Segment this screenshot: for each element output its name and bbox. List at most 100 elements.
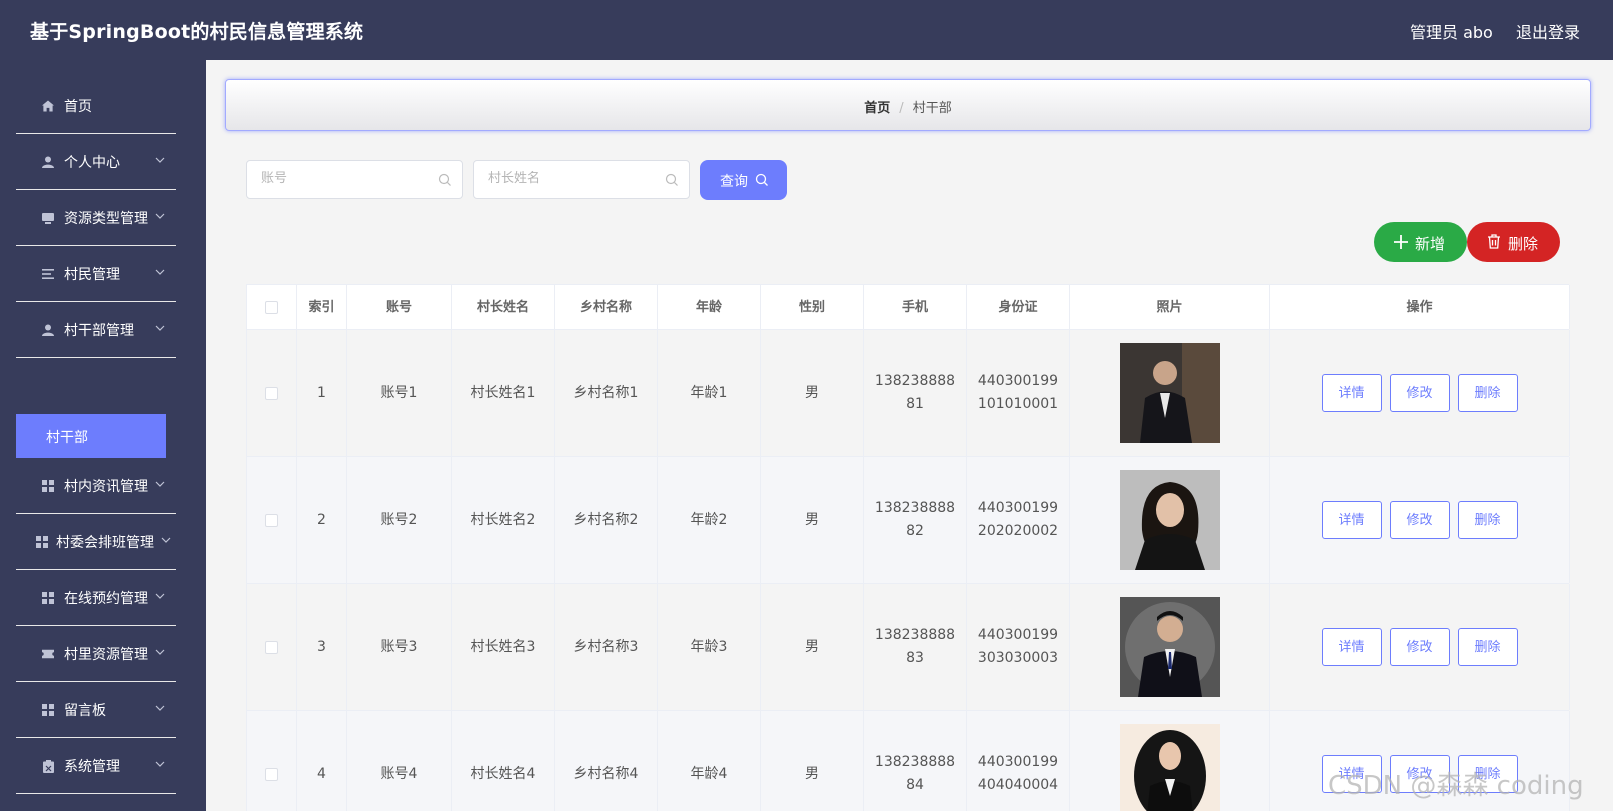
sidebar: 首页 个人中心 资源类型管理 村民管理 村干部管理 村干部 村内资讯管理 村委会… — [0, 60, 206, 811]
sidebar-item-label: 村里资源管理 — [64, 647, 148, 663]
column-header: 账号 — [347, 285, 452, 329]
village-cell: 乡村名称2 — [555, 457, 658, 583]
sidebar-item-booking[interactable]: 在线预约管理 — [16, 570, 176, 626]
column-header: 性别 — [761, 285, 864, 329]
id-card-line: 440300199 — [977, 754, 1059, 770]
sidebar-item-label: 村委会排班管理 — [56, 535, 154, 551]
phone-line: 138238888 — [874, 754, 956, 770]
column-header: 照片 — [1070, 285, 1270, 329]
phone-cell: 138238888 84 — [864, 711, 967, 811]
phone-line: 83 — [906, 650, 924, 666]
current-user-label: 管理员 abo — [1410, 23, 1493, 42]
edit-button[interactable]: 修改 — [1389, 374, 1450, 412]
detail-button[interactable]: 详情 — [1321, 628, 1382, 666]
chevron-down-icon — [155, 593, 165, 599]
select-all-checkbox[interactable] — [265, 300, 278, 314]
name-cell: 村长姓名2 — [452, 457, 555, 583]
name-search-field[interactable] — [473, 160, 690, 199]
column-header: 手机 — [864, 285, 967, 329]
edit-button[interactable]: 修改 — [1389, 501, 1450, 539]
sidebar-item-cadre-management[interactable]: 村干部管理 — [16, 302, 176, 358]
sidebar-item-villagers[interactable]: 村民管理 — [16, 246, 176, 302]
delete-button[interactable]: 删除 — [1457, 374, 1518, 412]
row-select-cell — [247, 584, 297, 710]
sidebar-subitem-cadre[interactable]: 村干部 — [16, 414, 166, 458]
row-checkbox[interactable] — [265, 386, 278, 400]
sidebar-item-resources[interactable]: 村里资源管理 — [16, 626, 176, 682]
query-button[interactable]: 查询 — [700, 160, 787, 200]
sidebar-item-label: 首页 — [64, 99, 92, 115]
bulk-delete-button[interactable]: 删除 — [1467, 222, 1560, 262]
chevron-down-icon — [155, 761, 165, 767]
row-select-cell — [247, 457, 297, 583]
sidebar-item-resource-types[interactable]: 资源类型管理 — [16, 190, 176, 246]
column-header: 村长姓名 — [452, 285, 555, 329]
add-button-label: 新增 — [1415, 235, 1446, 253]
village-cell: 乡村名称3 — [555, 584, 658, 710]
cadre-photo — [1119, 724, 1220, 811]
search-icon — [438, 173, 451, 186]
delete-button[interactable]: 删除 — [1457, 501, 1518, 539]
gender-cell: 男 — [761, 457, 864, 583]
header-select-cell — [247, 285, 297, 329]
chevron-down-icon — [155, 481, 165, 487]
sidebar-item-schedule[interactable]: 村委会排班管理 — [16, 514, 176, 570]
grid-icon — [36, 536, 48, 548]
row-checkbox[interactable] — [265, 767, 278, 781]
sidebar-item-label: 个人中心 — [64, 155, 120, 171]
breadcrumb-home[interactable]: 首页 — [864, 101, 890, 116]
trash-icon — [1488, 234, 1500, 249]
index-cell: 1 — [297, 330, 347, 456]
drive-icon — [42, 212, 54, 224]
phone-line: 81 — [906, 396, 924, 412]
gender-cell: 男 — [761, 584, 864, 710]
row-checkbox[interactable] — [265, 513, 278, 527]
user-icon — [42, 156, 54, 168]
clipboard-icon — [42, 759, 54, 773]
column-header: 身份证 — [967, 285, 1070, 329]
gender-cell: 男 — [761, 711, 864, 811]
account-search-input[interactable] — [261, 171, 421, 186]
account-cell: 账号4 — [347, 711, 452, 811]
name-cell: 村长姓名4 — [452, 711, 555, 811]
age-cell: 年龄3 — [658, 584, 761, 710]
phone-line: 138238888 — [874, 373, 956, 389]
actions-cell: 详情 修改 删除 — [1270, 330, 1570, 456]
search-icon — [755, 173, 768, 186]
name-search-input[interactable] — [488, 171, 648, 186]
sidebar-item-system[interactable]: 系统管理 — [16, 738, 176, 794]
edit-button[interactable]: 修改 — [1389, 628, 1450, 666]
cadre-photo — [1119, 597, 1220, 697]
plus-icon — [1394, 235, 1408, 249]
row-select-cell — [247, 330, 297, 456]
sidebar-item-label: 留言板 — [64, 703, 106, 719]
actions-cell: 详情 修改 删除 — [1270, 457, 1570, 583]
bulk-delete-button-label: 删除 — [1508, 235, 1539, 253]
breadcrumb: 首页 / 村干部 — [226, 97, 1590, 116]
add-button[interactable]: 新增 — [1374, 222, 1467, 262]
cadre-table: 索引 账号 村长姓名 乡村名称 年龄 性别 手机 身份证 照片 操作 1 账号1… — [246, 284, 1570, 811]
sidebar-item-profile[interactable]: 个人中心 — [16, 134, 176, 190]
id-card-cell: 440300199 404040004 — [967, 711, 1070, 811]
id-card-cell: 440300199 202020002 — [967, 457, 1070, 583]
sidebar-item-news[interactable]: 村内资讯管理 — [16, 458, 176, 514]
home-icon — [42, 100, 54, 112]
row-select-cell — [247, 711, 297, 811]
top-header: 基于SpringBoot的村民信息管理系统 管理员 abo 退出登录 — [0, 0, 1613, 60]
breadcrumb-current: 村干部 — [912, 101, 952, 116]
detail-button[interactable]: 详情 — [1321, 501, 1382, 539]
account-search-field[interactable] — [246, 160, 463, 199]
sidebar-item-label: 村民管理 — [64, 267, 120, 283]
account-cell: 账号2 — [347, 457, 452, 583]
logout-link[interactable]: 退出登录 — [1516, 19, 1580, 43]
sidebar-item-home[interactable]: 首页 — [16, 78, 176, 134]
watermark: CSDN @森森 coding — [1328, 771, 1584, 801]
row-checkbox[interactable] — [265, 640, 278, 654]
id-card-line: 440300199 — [977, 373, 1059, 389]
delete-button[interactable]: 删除 — [1457, 628, 1518, 666]
breadcrumb-bar: 首页 / 村干部 — [225, 79, 1591, 131]
sidebar-item-message-board[interactable]: 留言板 — [16, 682, 176, 738]
sidebar-item-label: 在线预约管理 — [64, 591, 148, 607]
name-cell: 村长姓名1 — [452, 330, 555, 456]
detail-button[interactable]: 详情 — [1321, 374, 1382, 412]
